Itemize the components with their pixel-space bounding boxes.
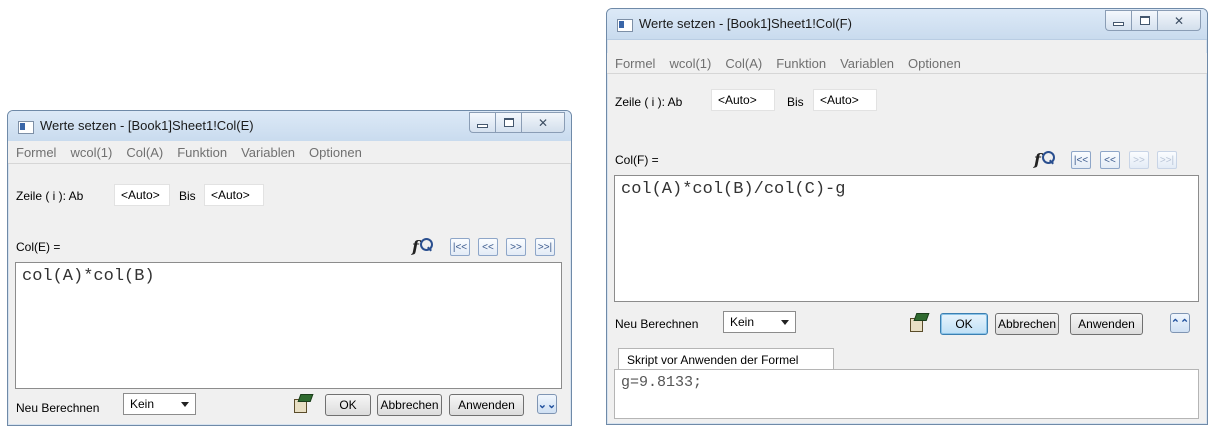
next-column-button[interactable]: >> xyxy=(506,238,526,256)
formula-editor[interactable]: col(A)*col(B) xyxy=(15,262,562,389)
function-wizard-button[interactable]: f xyxy=(1034,150,1056,170)
minimize-icon xyxy=(1113,21,1124,26)
tool-icon-top xyxy=(297,394,314,402)
row-from-input[interactable]: <Auto> xyxy=(711,89,775,111)
function-wizard-button[interactable]: f xyxy=(412,237,434,257)
minimize-icon xyxy=(477,123,488,128)
title-bar[interactable]: Werte setzen - [Book1]Sheet1!Col(F) ✕ xyxy=(607,9,1207,40)
chevron-double-down-icon: ⌄⌄ xyxy=(537,398,557,411)
row-to-label: Bis xyxy=(787,95,804,109)
row-to-input[interactable]: <Auto> xyxy=(813,89,877,111)
last-column-button[interactable]: >>| xyxy=(535,238,555,256)
recalculate-label: Neu Berechnen xyxy=(16,401,100,415)
menu-bar: Formel wcol(1) Col(A) Funktion Variablen… xyxy=(8,141,571,164)
ok-button[interactable]: OK xyxy=(940,313,988,335)
menu-wcol[interactable]: wcol(1) xyxy=(70,145,112,160)
apply-button[interactable]: Anwenden xyxy=(1070,313,1143,335)
row-to-label: Bis xyxy=(179,189,196,203)
chevron-down-icon xyxy=(181,402,189,407)
title-bar[interactable]: Werte setzen - [Book1]Sheet1!Col(E) ✕ xyxy=(8,111,571,142)
menu-formel[interactable]: Formel xyxy=(16,145,56,160)
recalculate-select-value: Kein xyxy=(730,315,755,329)
caption-buttons: ✕ xyxy=(469,112,565,133)
maximize-icon xyxy=(1139,16,1150,25)
window-title: Werte setzen - [Book1]Sheet1!Col(F) xyxy=(639,16,852,31)
row-range-label: Zeile ( i ): Ab xyxy=(16,189,84,203)
window-title: Werte setzen - [Book1]Sheet1!Col(E) xyxy=(40,118,254,133)
tool-icon-top xyxy=(913,313,930,321)
menu-variablen[interactable]: Variablen xyxy=(840,56,894,71)
cancel-button[interactable]: Abbrechen xyxy=(377,394,442,416)
menu-bar: Formel wcol(1) Col(A) Funktion Variablen… xyxy=(607,53,1207,74)
column-formula-label: Col(F) = xyxy=(615,153,659,167)
chevron-double-up-icon: ⌃⌃ xyxy=(1170,317,1190,330)
set-values-dialog-col-f: Werte setzen - [Book1]Sheet1!Col(F) ✕ Fo… xyxy=(606,8,1208,425)
minimize-button[interactable] xyxy=(469,112,495,133)
app-icon xyxy=(18,121,34,134)
set-values-dialog-col-e: Werte setzen - [Book1]Sheet1!Col(E) ✕ Fo… xyxy=(7,110,572,426)
next-column-button[interactable]: >> xyxy=(1129,151,1149,169)
column-formula-label: Col(E) = xyxy=(16,240,61,254)
menu-funktion[interactable]: Funktion xyxy=(177,145,227,160)
apply-button[interactable]: Anwenden xyxy=(449,394,524,416)
row-to-input[interactable]: <Auto> xyxy=(204,184,264,206)
close-button[interactable]: ✕ xyxy=(1157,10,1201,31)
set-values-tool-icon[interactable] xyxy=(291,393,314,413)
chevron-down-icon xyxy=(781,320,789,325)
formula-editor[interactable]: col(A)*col(B)/col(C)-g xyxy=(614,175,1199,302)
menu-optionen[interactable]: Optionen xyxy=(908,56,961,71)
first-column-button[interactable]: |<< xyxy=(450,238,470,256)
fx-icon: f xyxy=(412,237,419,256)
menu-variablen[interactable]: Variablen xyxy=(241,145,295,160)
cancel-button[interactable]: Abbrechen xyxy=(995,313,1059,335)
maximize-button[interactable] xyxy=(1131,10,1157,31)
script-tab[interactable]: Skript vor Anwenden der Formel xyxy=(618,348,834,370)
row-from-input[interactable]: <Auto> xyxy=(114,184,170,206)
recalculate-select-value: Kein xyxy=(130,397,155,411)
recalculate-select[interactable]: Kein xyxy=(123,393,196,415)
first-column-button[interactable]: |<< xyxy=(1071,151,1091,169)
close-icon: ✕ xyxy=(1173,13,1185,28)
set-values-tool-icon[interactable] xyxy=(907,312,930,332)
recalculate-select[interactable]: Kein xyxy=(723,311,796,333)
menu-formel[interactable]: Formel xyxy=(615,56,655,71)
expand-button[interactable]: ⌄⌄ xyxy=(537,394,557,414)
app-icon xyxy=(617,19,633,32)
minimize-button[interactable] xyxy=(1105,10,1131,31)
row-range-label: Zeile ( i ): Ab xyxy=(615,95,683,109)
ok-button[interactable]: OK xyxy=(325,394,371,416)
collapse-button[interactable]: ⌃⌃ xyxy=(1170,313,1190,333)
maximize-button[interactable] xyxy=(495,112,521,133)
menu-col-a[interactable]: Col(A) xyxy=(126,145,163,160)
close-button[interactable]: ✕ xyxy=(521,112,565,133)
script-editor[interactable]: g=9.8133; xyxy=(614,369,1199,419)
close-icon: ✕ xyxy=(537,115,549,130)
previous-column-button[interactable]: << xyxy=(1100,151,1120,169)
menu-funktion[interactable]: Funktion xyxy=(776,56,826,71)
last-column-button[interactable]: >>| xyxy=(1157,151,1177,169)
menu-col-a[interactable]: Col(A) xyxy=(725,56,762,71)
maximize-icon xyxy=(503,118,514,127)
previous-column-button[interactable]: << xyxy=(478,238,498,256)
recalculate-label: Neu Berechnen xyxy=(615,317,699,331)
menu-optionen[interactable]: Optionen xyxy=(309,145,362,160)
caption-buttons: ✕ xyxy=(1105,10,1201,31)
menu-wcol[interactable]: wcol(1) xyxy=(669,56,711,71)
fx-icon: f xyxy=(1034,150,1041,169)
